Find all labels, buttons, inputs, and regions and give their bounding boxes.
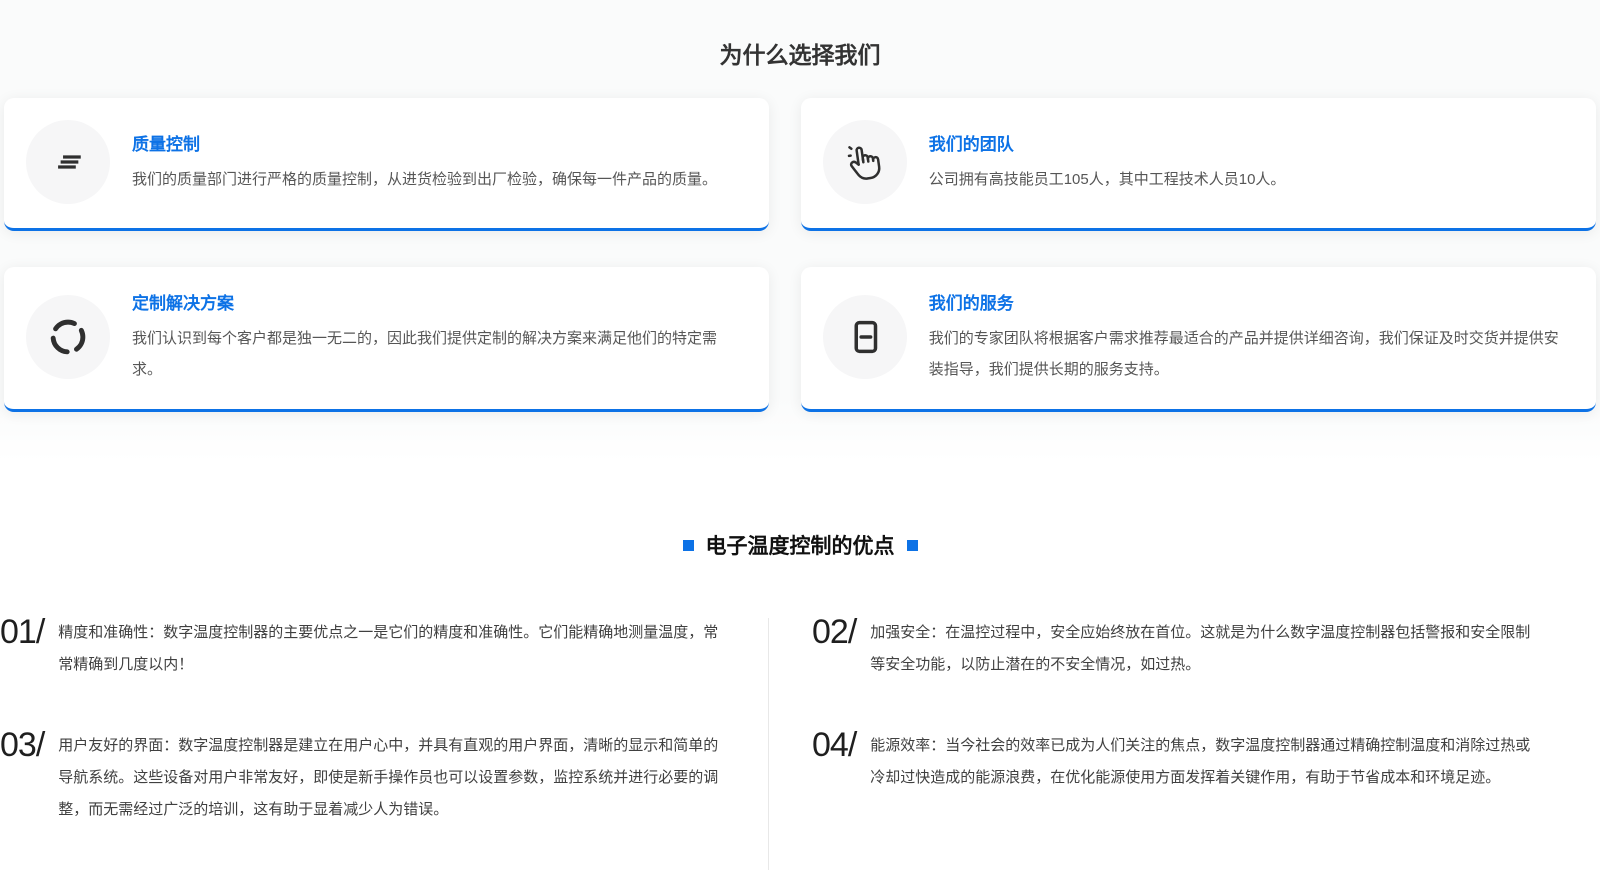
segmented-circle-icon [26,295,110,379]
advantage-number: 04/ [812,727,856,763]
advantages-section: 电子温度控制的优点 01/ 精度和准确性：数字温度控制器的主要优点之一是它们的精… [0,462,1600,870]
advantage-item-4: 04/ 能源效率：当今社会的效率已成为人们关注的焦点，数字温度控制器通过精确控制… [812,727,1536,826]
why-section-title: 为什么选择我们 [4,36,1596,70]
feature-card-custom-solutions[interactable]: 定制解决方案 我们认识到每个客户都是独一无二的，因此我们提供定制的解决方案来满足… [4,267,769,412]
card-desc: 我们认识到每个客户都是独一无二的，因此我们提供定制的解决方案来满足他们的特定需求… [132,323,743,385]
advantages-title-text: 电子温度控制的优点 [706,530,895,560]
advantage-text: 加强安全：在温控过程中，安全应始终放在首位。这就是为什么数字温度控制器包括警报和… [870,614,1536,681]
title-square-left-icon [683,540,694,551]
advantage-number: 01/ [0,614,44,650]
feature-card-quality-control[interactable]: 质量控制 我们的质量部门进行严格的质量控制，从进货检验到出厂检验，确保每一件产品… [4,98,769,231]
card-desc: 我们的专家团队将根据客户需求推荐最适合的产品并提供详细咨询，我们保证及时交货并提… [929,323,1570,385]
card-title: 质量控制 [132,130,717,155]
card-title: 我们的团队 [929,130,1286,155]
advantage-item-2: 02/ 加强安全：在温控过程中，安全应始终放在首位。这就是为什么数字温度控制器包… [812,614,1536,681]
advantage-text: 用户友好的界面：数字温度控制器是建立在用户心中，并具有直观的用户界面，清晰的显示… [58,727,724,826]
advantages-title: 电子温度控制的优点 [0,530,1600,560]
card-title: 我们的服务 [929,289,1570,314]
staggered-lines-icon [26,120,110,204]
feature-card-our-team[interactable]: 我们的团队 公司拥有高技能员工105人，其中工程技术人员10人。 [801,98,1596,231]
feature-cards-grid: 质量控制 我们的质量部门进行严格的质量控制，从进货检验到出厂检验，确保每一件产品… [4,98,1596,412]
device-minus-icon [823,295,907,379]
advantage-item-1: 01/ 精度和准确性：数字温度控制器的主要优点之一是它们的精度和准确性。它们能精… [0,614,724,681]
advantage-item-3: 03/ 用户友好的界面：数字温度控制器是建立在用户心中，并具有直观的用户界面，清… [0,727,724,826]
advantage-number: 03/ [0,727,44,763]
advantage-number: 02/ [812,614,856,650]
why-choose-us-section: 为什么选择我们 质量控制 我们的质量部门进行严格的质量控制，从进货检验到出厂检验… [0,0,1600,462]
hand-click-icon [823,120,907,204]
card-desc: 我们的质量部门进行严格的质量控制，从进货检验到出厂检验，确保每一件产品的质量。 [132,164,717,195]
advantage-text: 能源效率：当今社会的效率已成为人们关注的焦点，数字温度控制器通过精确控制温度和消… [870,727,1536,794]
feature-card-our-services[interactable]: 我们的服务 我们的专家团队将根据客户需求推荐最适合的产品并提供详细咨询，我们保证… [801,267,1596,412]
title-square-right-icon [907,540,918,551]
card-title: 定制解决方案 [132,289,743,314]
advantage-text: 精度和准确性：数字温度控制器的主要优点之一是它们的精度和准确性。它们能精确地测量… [58,614,724,681]
card-desc: 公司拥有高技能员工105人，其中工程技术人员10人。 [929,164,1286,195]
advantages-grid: 01/ 精度和准确性：数字温度控制器的主要优点之一是它们的精度和准确性。它们能精… [0,614,1600,870]
